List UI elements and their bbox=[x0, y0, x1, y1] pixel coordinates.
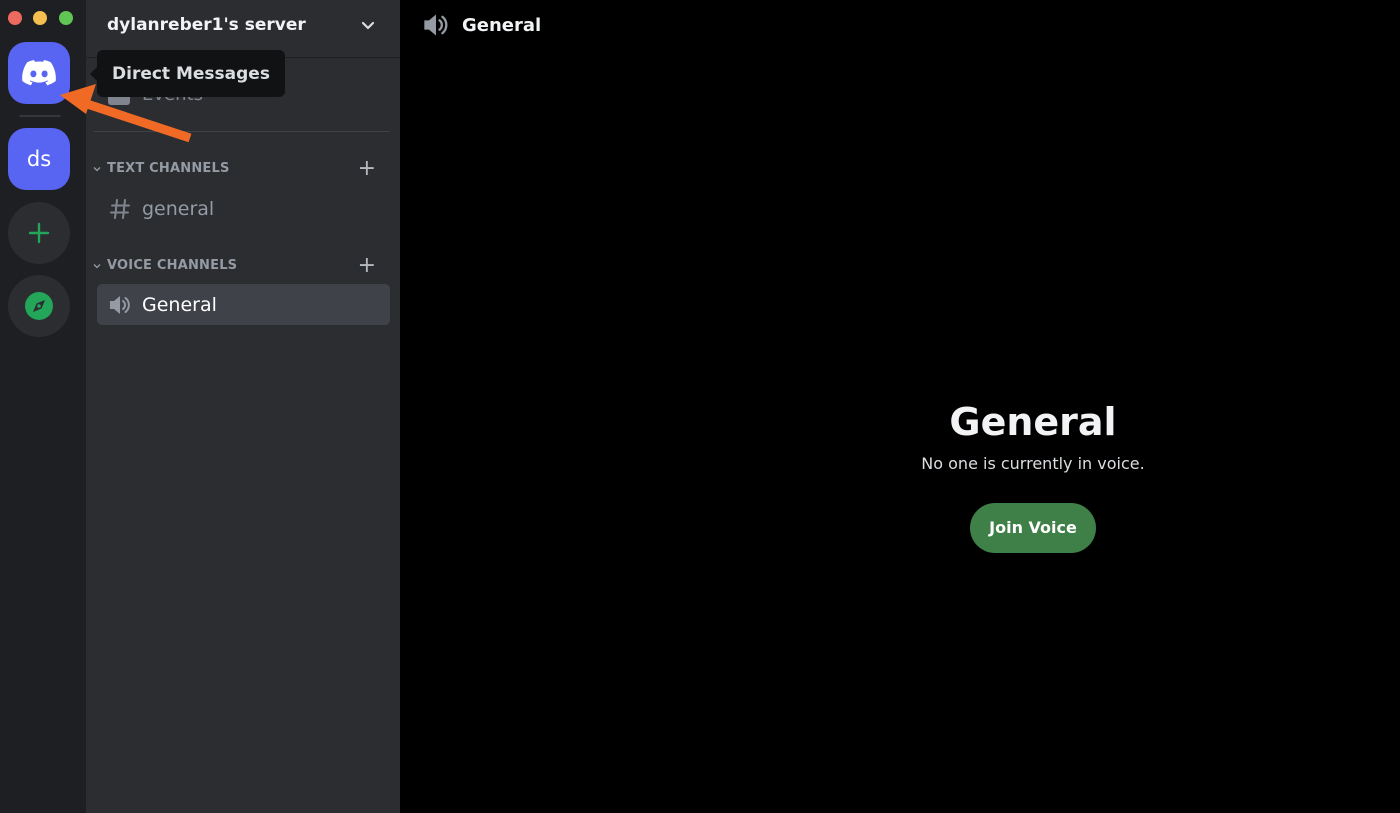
category-voice-channels[interactable]: VOICE CHANNELS bbox=[92, 258, 237, 273]
window-minimize-button[interactable] bbox=[33, 11, 47, 25]
join-voice-button[interactable]: Join Voice bbox=[970, 503, 1096, 553]
window-close-button[interactable] bbox=[8, 11, 22, 25]
category-label: TEXT CHANNELS bbox=[107, 161, 230, 176]
channel-item-general-voice[interactable]: General bbox=[97, 284, 390, 325]
server-icon-ds[interactable]: ds bbox=[8, 128, 70, 190]
rail-divider bbox=[19, 115, 61, 117]
voice-channel-view: General General No one is currently in v… bbox=[400, 0, 1400, 813]
server-initials: ds bbox=[26, 147, 52, 171]
tooltip-text: Direct Messages bbox=[112, 63, 270, 84]
channel-item-general-text[interactable]: general bbox=[97, 188, 390, 229]
channel-divider bbox=[94, 131, 390, 132]
direct-messages-button[interactable] bbox=[8, 42, 70, 104]
server-rail: ds bbox=[0, 0, 86, 813]
channel-sidebar: dylanreber1's server Events TEXT CHANNEL… bbox=[86, 0, 400, 813]
chevron-down-icon bbox=[93, 166, 101, 171]
speaker-icon bbox=[424, 14, 448, 36]
voice-channel-title: General bbox=[949, 400, 1117, 444]
chevron-down-icon bbox=[93, 263, 101, 268]
category-label: VOICE CHANNELS bbox=[107, 258, 238, 273]
compass-icon bbox=[25, 292, 53, 320]
voice-empty-state: General No one is currently in voice. Jo… bbox=[400, 400, 1400, 553]
channel-title: General bbox=[462, 14, 542, 36]
explore-servers-button[interactable] bbox=[8, 275, 70, 337]
channel-name: general bbox=[142, 197, 215, 220]
speaker-icon bbox=[108, 294, 132, 316]
chevron-down-icon bbox=[361, 21, 375, 30]
plus-icon bbox=[28, 222, 50, 244]
add-server-button[interactable] bbox=[8, 202, 70, 264]
create-text-channel-button[interactable]: + bbox=[358, 158, 376, 180]
voice-status-text: No one is currently in voice. bbox=[921, 454, 1145, 473]
hashtag-icon bbox=[108, 198, 132, 220]
create-voice-channel-button[interactable]: + bbox=[358, 255, 376, 277]
discord-logo-icon bbox=[22, 60, 56, 86]
category-text-channels[interactable]: TEXT CHANNELS bbox=[92, 161, 230, 176]
channel-name: General bbox=[142, 293, 217, 316]
channel-header: General bbox=[422, 12, 541, 38]
window-maximize-button[interactable] bbox=[59, 11, 73, 25]
direct-messages-tooltip: Direct Messages bbox=[90, 50, 285, 97]
server-name: dylanreber1's server bbox=[107, 15, 306, 35]
